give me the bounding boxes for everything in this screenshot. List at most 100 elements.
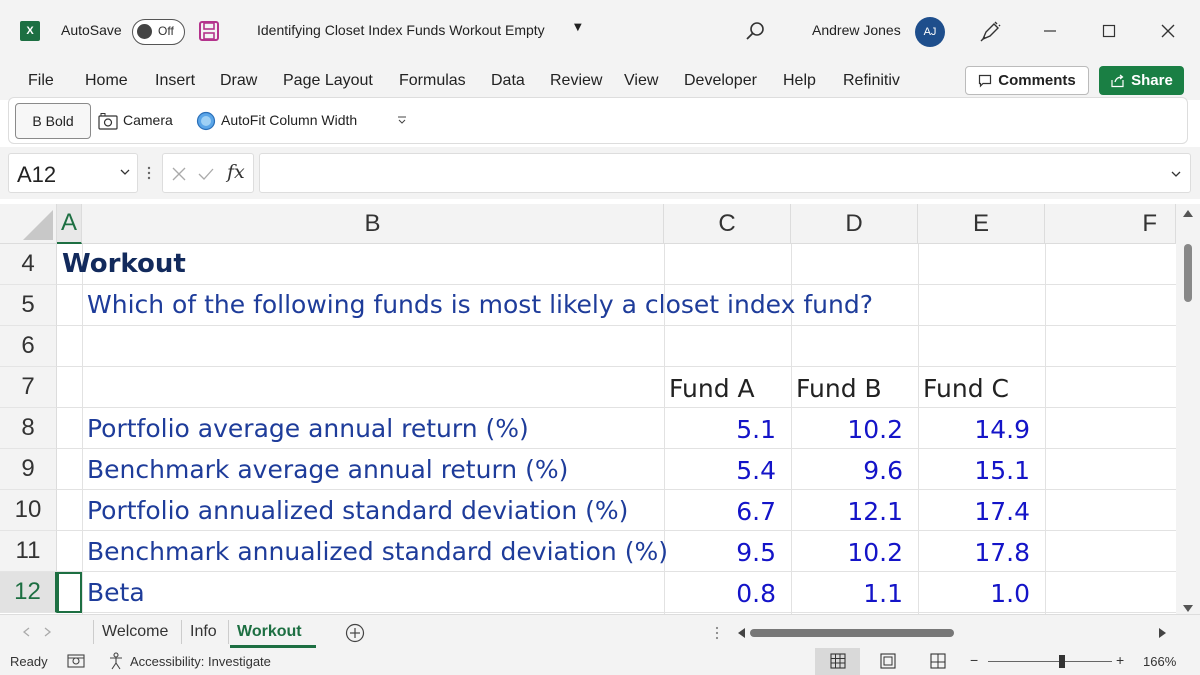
add-sheet-icon[interactable] — [345, 623, 365, 643]
scroll-right-icon[interactable] — [1158, 627, 1168, 639]
tab-file[interactable]: File — [28, 72, 54, 90]
more-options-icon[interactable] — [146, 165, 152, 181]
sheet-tab-info[interactable]: Info — [190, 623, 217, 641]
more-options-icon[interactable] — [714, 626, 720, 640]
minimize-button[interactable] — [1035, 16, 1065, 46]
chevron-down-icon[interactable]: ▼ — [574, 22, 582, 33]
insert-function-button[interactable]: fx — [227, 161, 245, 183]
autofit-icon[interactable] — [196, 111, 216, 131]
value-cell[interactable]: 12.1 — [791, 497, 903, 526]
tab-insert[interactable]: Insert — [155, 72, 195, 90]
autofit-column-width-button[interactable]: AutoFit Column Width — [221, 112, 357, 128]
document-title[interactable]: Identifying Closet Index Funds Workout E… — [257, 22, 545, 38]
scroll-left-icon[interactable] — [736, 627, 746, 639]
value-cell[interactable]: 1.0 — [918, 579, 1030, 608]
value-cell[interactable]: 9.6 — [791, 456, 903, 485]
vertical-scroll-thumb[interactable] — [1184, 244, 1192, 302]
value-cell[interactable]: 10.2 — [791, 415, 903, 444]
tab-home[interactable]: Home — [85, 72, 128, 90]
formula-input[interactable] — [259, 153, 1191, 193]
column-header-c[interactable]: C — [664, 204, 791, 244]
name-box[interactable]: A12 — [8, 153, 138, 193]
page-layout-view-icon[interactable] — [880, 653, 896, 669]
zoom-level[interactable]: 166% — [1143, 654, 1176, 669]
active-cell-a12[interactable] — [57, 572, 82, 613]
scroll-up-icon[interactable] — [1182, 208, 1194, 218]
value-cell[interactable]: 17.8 — [918, 538, 1030, 567]
tab-draw[interactable]: Draw — [220, 72, 257, 90]
prev-sheet-icon[interactable] — [22, 627, 30, 637]
sheet-tab-welcome[interactable]: Welcome — [102, 623, 168, 641]
tab-help[interactable]: Help — [783, 72, 816, 90]
tab-developer[interactable]: Developer — [684, 72, 757, 90]
user-name[interactable]: Andrew Jones — [812, 22, 901, 38]
tab-refinitiv[interactable]: Refinitiv — [843, 72, 900, 90]
pen-icon[interactable] — [978, 20, 1002, 44]
row-header-4[interactable]: 4 — [0, 244, 57, 285]
maximize-button[interactable] — [1094, 16, 1124, 46]
metric-label-cell[interactable]: Portfolio annualized standard deviation … — [87, 496, 628, 525]
zoom-slider-track[interactable] — [988, 661, 1112, 662]
metric-label-cell[interactable]: Portfolio average annual return (%) — [87, 414, 529, 443]
value-cell[interactable]: 9.5 — [664, 538, 776, 567]
value-cell[interactable]: 10.2 — [791, 538, 903, 567]
row-header-9[interactable]: 9 — [0, 449, 57, 490]
column-header-f[interactable]: F — [1045, 204, 1176, 244]
enter-icon[interactable] — [197, 166, 215, 182]
worksheet-grid[interactable]: A B C D E F 4 5 6 7 8 9 10 11 12 Workout… — [0, 204, 1176, 614]
metric-label-cell[interactable]: Benchmark average annual return (%) — [87, 455, 568, 484]
fund-header-cell[interactable]: Fund B — [796, 374, 882, 403]
value-cell[interactable]: 14.9 — [918, 415, 1030, 444]
tab-formulas[interactable]: Formulas — [399, 72, 466, 90]
row-header-10[interactable]: 10 — [0, 490, 57, 531]
sheet-tab-workout[interactable]: Workout — [237, 623, 302, 641]
accessibility-icon[interactable] — [108, 652, 126, 670]
row-header-11[interactable]: 11 — [0, 531, 57, 572]
zoom-in-button[interactable]: + — [1116, 652, 1124, 668]
value-cell[interactable]: 5.4 — [664, 456, 776, 485]
metric-label-cell[interactable]: Beta — [87, 578, 145, 607]
accessibility-status[interactable]: Accessibility: Investigate — [130, 654, 271, 669]
row-header-7[interactable]: 7 — [0, 367, 57, 408]
autosave-toggle[interactable]: Off — [132, 19, 185, 45]
camera-icon[interactable] — [98, 112, 118, 130]
question-cell[interactable]: Which of the following funds is most lik… — [87, 290, 873, 319]
column-header-e[interactable]: E — [918, 204, 1045, 244]
metric-label-cell[interactable]: Benchmark annualized standard deviation … — [87, 537, 668, 566]
sheet-title-cell[interactable]: Workout — [62, 249, 186, 279]
row-header-12[interactable]: 12 — [0, 572, 57, 613]
row-header-5[interactable]: 5 — [0, 285, 57, 326]
row-header-6[interactable]: 6 — [0, 326, 57, 367]
value-cell[interactable]: 17.4 — [918, 497, 1030, 526]
horizontal-scroll-thumb[interactable] — [750, 629, 954, 637]
tab-data[interactable]: Data — [491, 72, 525, 90]
close-button[interactable] — [1153, 16, 1183, 46]
expand-formula-icon[interactable] — [1170, 168, 1182, 180]
value-cell[interactable]: 6.7 — [664, 497, 776, 526]
customize-toolbar-icon[interactable] — [397, 115, 407, 125]
avatar[interactable]: AJ — [915, 17, 945, 47]
fund-header-cell[interactable]: Fund C — [923, 374, 1009, 403]
next-sheet-icon[interactable] — [44, 627, 52, 637]
vertical-scrollbar[interactable] — [1176, 204, 1200, 619]
page-break-view-icon[interactable] — [930, 653, 946, 669]
fund-header-cell[interactable]: Fund A — [669, 374, 755, 403]
normal-view-button[interactable] — [815, 648, 860, 675]
column-header-a[interactable]: A — [57, 204, 82, 244]
save-icon[interactable] — [198, 20, 220, 42]
value-cell[interactable]: 0.8 — [664, 579, 776, 608]
column-header-b[interactable]: B — [82, 204, 664, 244]
scroll-down-icon[interactable] — [1182, 604, 1194, 614]
comments-button[interactable]: Comments — [965, 66, 1089, 95]
chevron-down-icon[interactable] — [119, 166, 131, 178]
search-icon[interactable] — [744, 20, 766, 42]
zoom-slider-thumb[interactable] — [1059, 655, 1065, 668]
value-cell[interactable]: 1.1 — [791, 579, 903, 608]
column-header-d[interactable]: D — [791, 204, 918, 244]
value-cell[interactable]: 15.1 — [918, 456, 1030, 485]
row-header-8[interactable]: 8 — [0, 408, 57, 449]
tab-view[interactable]: View — [624, 72, 658, 90]
select-all-button[interactable] — [0, 204, 57, 244]
tab-review[interactable]: Review — [550, 72, 602, 90]
macro-recording-icon[interactable] — [67, 653, 85, 669]
